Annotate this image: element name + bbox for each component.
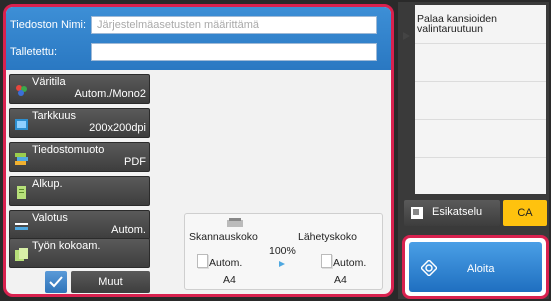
preview-button[interactable]: Esikatselu xyxy=(404,200,500,226)
send-doc-icon xyxy=(321,254,332,268)
original-label: Alkup. xyxy=(32,178,63,190)
file-format-label: Tiedostomuoto xyxy=(32,144,105,156)
start-icon xyxy=(421,260,437,276)
more-button[interactable]: Muut xyxy=(71,271,150,293)
main-panel: Tiedoston Nimi: Järjestelmäasetusten mää… xyxy=(3,4,394,297)
color-mode-label: Väritila xyxy=(32,76,66,88)
color-mode-icon xyxy=(16,85,27,96)
filename-input[interactable]: Järjestelmäasetusten määrittämä xyxy=(91,16,377,34)
resolution-button[interactable]: Tarkkuus 200x200dpi xyxy=(9,108,150,138)
file-format-button[interactable]: Tiedostomuoto PDF xyxy=(9,142,150,172)
list-item xyxy=(415,81,546,120)
more-row: Muut xyxy=(9,271,150,293)
back-to-folder-label: Palaa kansioiden valintaruutuun xyxy=(417,13,497,35)
send-size-label: Lähetyskoko xyxy=(298,231,357,243)
saved-input[interactable] xyxy=(91,43,377,61)
color-mode-value: Autom./Mono2 xyxy=(74,88,146,100)
check-button[interactable] xyxy=(45,271,67,293)
saved-label: Talletettu: xyxy=(10,46,58,58)
list-item xyxy=(415,43,546,82)
scan-size-label: Skannauskoko xyxy=(189,231,258,243)
job-build-label: Työn kokoam. xyxy=(32,240,101,252)
file-info-header: Tiedoston Nimi: Järjestelmäasetusten mää… xyxy=(6,7,391,70)
resolution-value: 200x200dpi xyxy=(89,122,146,134)
filename-label: Tiedoston Nimi: xyxy=(10,19,87,31)
ca-button[interactable]: CA xyxy=(503,200,547,226)
scan-size-panel[interactable]: Skannauskoko Lähetyskoko 100% Autom. Aut… xyxy=(184,213,383,290)
original-button[interactable]: Alkup. xyxy=(9,176,150,206)
preview-label: Esikatselu xyxy=(432,206,483,218)
scan-auto-value: Autom. xyxy=(209,257,243,269)
preview-icon xyxy=(411,207,423,219)
exposure-value: Autom. xyxy=(111,224,146,236)
start-frame: Aloita xyxy=(402,235,549,299)
resolution-icon xyxy=(15,119,28,130)
original-icon xyxy=(17,186,26,199)
scan-doc-icon xyxy=(197,254,208,268)
checkmark-icon xyxy=(49,276,63,288)
send-auto-value: Autom. xyxy=(333,257,367,269)
start-button[interactable]: Aloita xyxy=(409,242,542,292)
exposure-icon xyxy=(15,223,28,230)
exposure-label: Valotus xyxy=(32,212,68,224)
play-arrow-icon xyxy=(403,32,410,40)
ratio-value: 100% xyxy=(269,245,296,257)
scanner-icon xyxy=(227,218,243,227)
file-format-value: PDF xyxy=(124,156,146,168)
send-paper-value: A4 xyxy=(334,274,347,286)
back-to-folder-button[interactable]: Palaa kansioiden valintaruutuun xyxy=(400,7,546,41)
resolution-label: Tarkkuus xyxy=(32,110,77,122)
list-item xyxy=(415,119,546,158)
file-format-icon xyxy=(15,153,28,165)
exposure-button[interactable]: Valotus Autom. xyxy=(9,210,150,240)
start-label: Aloita xyxy=(467,263,495,275)
job-build-button[interactable]: Työn kokoam. xyxy=(9,238,150,268)
job-build-icon xyxy=(15,248,28,261)
arrow-right-icon xyxy=(279,261,285,267)
color-mode-button[interactable]: Väritila Autom./Mono2 xyxy=(9,74,150,104)
scan-paper-value: A4 xyxy=(223,274,236,286)
